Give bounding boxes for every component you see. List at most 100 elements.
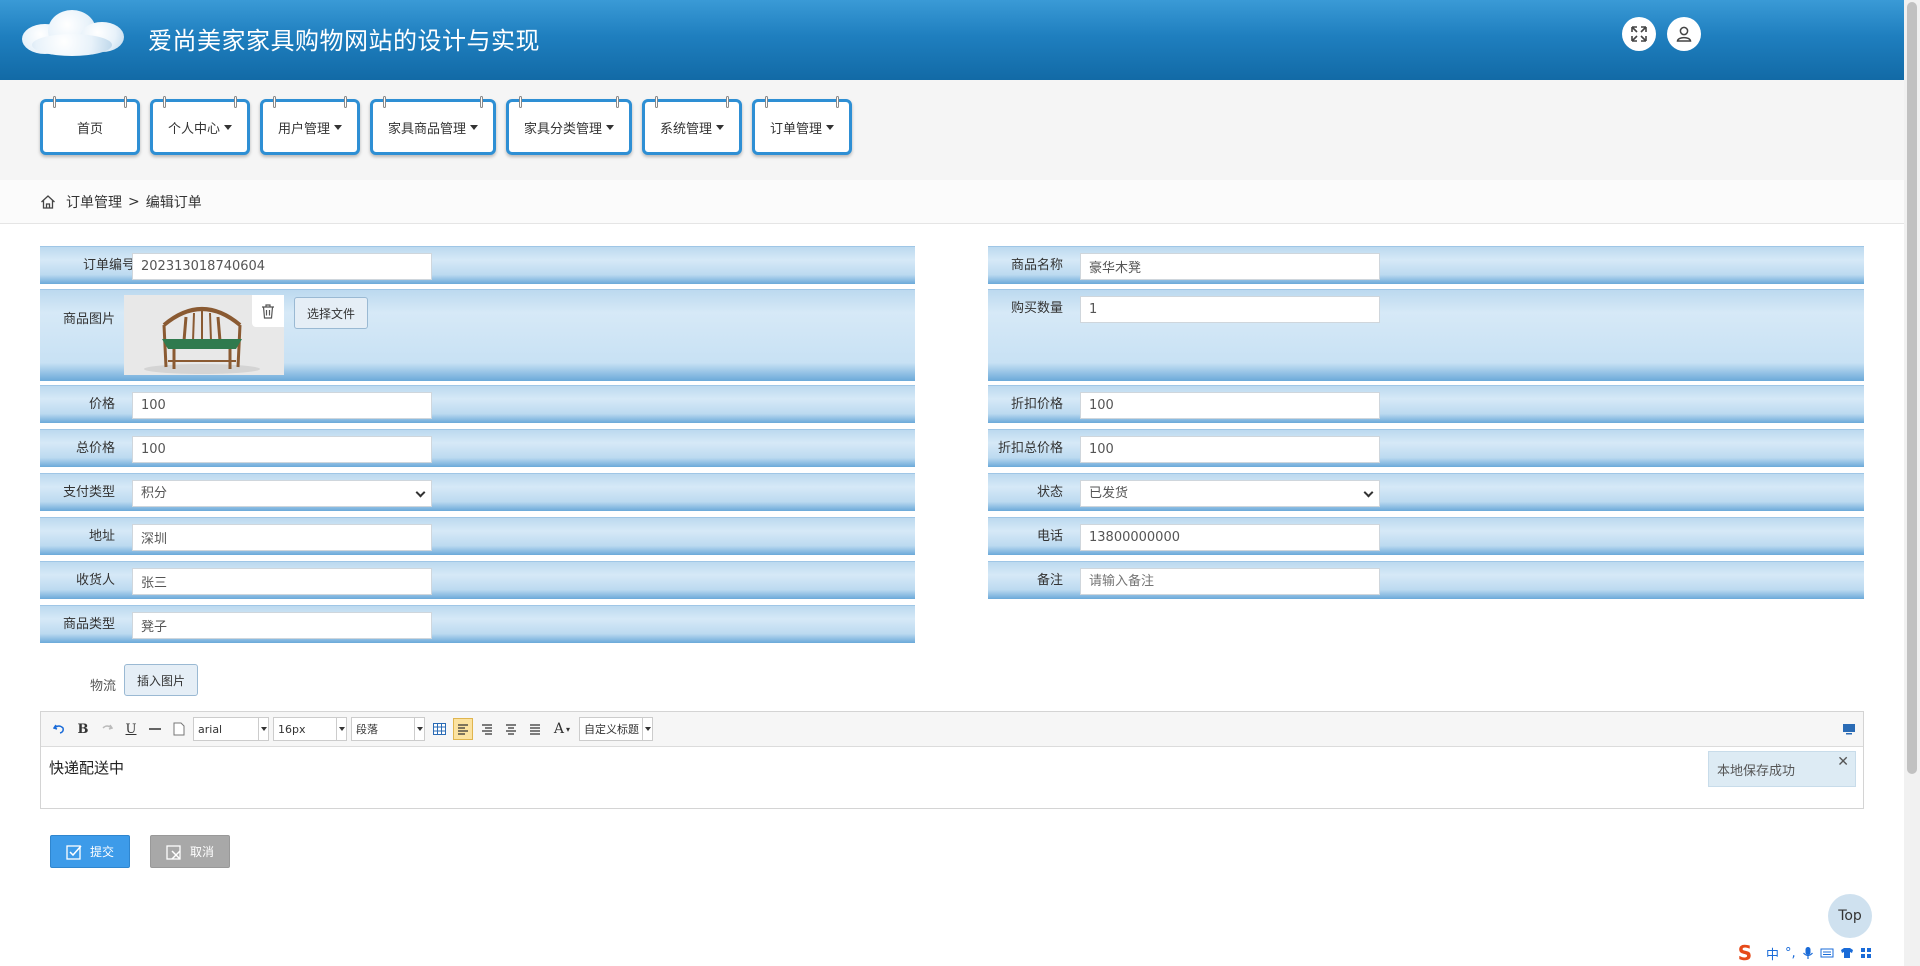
receiver-input[interactable]: [132, 568, 432, 595]
sogou-logo-icon[interactable]: S: [1730, 941, 1760, 965]
grid-icon[interactable]: [1860, 947, 1872, 959]
nav-personal-center[interactable]: 个人中心: [150, 96, 250, 155]
nav-system-management[interactable]: 系统管理: [642, 96, 742, 155]
bold-button[interactable]: B: [73, 718, 93, 740]
redo-button[interactable]: [97, 718, 117, 740]
remark-label: 备注: [1036, 573, 1063, 588]
paragraph-value: 段落: [356, 723, 378, 736]
scrollbar[interactable]: [1904, 0, 1920, 966]
bold-icon: B: [77, 721, 89, 737]
undo-button[interactable]: [49, 718, 69, 740]
phone-input[interactable]: [1080, 524, 1380, 551]
nav-user-management[interactable]: 用户管理: [260, 96, 360, 155]
discount-total-label: 折扣总价格: [997, 441, 1063, 456]
site-title: 爱尚美家家具购物网站的设计与实现: [148, 27, 540, 55]
discount-total-input[interactable]: [1080, 436, 1380, 463]
font-color-button[interactable]: A ▾: [549, 718, 575, 740]
nav-home[interactable]: 首页: [40, 96, 140, 155]
microphone-icon[interactable]: [1802, 946, 1814, 960]
nav-furniture-categories[interactable]: 家具分类管理: [506, 96, 632, 155]
font-size-select[interactable]: 16px: [273, 717, 347, 741]
chevron-down-icon: [414, 718, 424, 740]
nav-order-management[interactable]: 订单管理: [752, 96, 852, 155]
product-type-input[interactable]: [132, 612, 432, 639]
breadcrumb-parent[interactable]: 订单管理: [66, 192, 122, 212]
home-icon[interactable]: [40, 194, 56, 210]
user-button[interactable]: [1667, 17, 1701, 51]
discount-price-label: 折扣价格: [1010, 397, 1063, 412]
chevron-down-icon: [258, 718, 268, 740]
underline-icon: U: [125, 721, 137, 737]
ime-toolbar: S 中 °,: [1730, 940, 1904, 966]
custom-title-select[interactable]: 自定义标题: [579, 717, 653, 741]
user-icon: [1676, 26, 1692, 42]
caret-down-icon: [606, 124, 614, 130]
font-family-select[interactable]: arial: [193, 717, 269, 741]
price-input[interactable]: [132, 392, 432, 419]
nav-furniture-products[interactable]: 家具商品管理: [370, 96, 496, 155]
align-justify-button[interactable]: [525, 718, 545, 740]
pay-type-select[interactable]: 积分: [132, 480, 432, 507]
row-address: 地址: [40, 517, 915, 555]
product-name-input[interactable]: [1080, 253, 1380, 280]
discount-price-input[interactable]: [1080, 392, 1380, 419]
cancel-button[interactable]: 取消: [150, 835, 230, 868]
align-right-button[interactable]: [477, 718, 497, 740]
ime-punct[interactable]: °,: [1785, 946, 1796, 961]
product-name-label: 商品名称: [1010, 258, 1063, 273]
back-to-top-button[interactable]: Top: [1828, 894, 1872, 938]
trash-icon: [262, 304, 274, 319]
horizontal-rule-button[interactable]: [145, 718, 165, 740]
align-center-button[interactable]: [501, 718, 521, 740]
product-image-label: 商品图片: [62, 312, 115, 327]
close-icon[interactable]: ✕: [1837, 754, 1849, 770]
logistics-editor: B U arial 16px 段落 A ▾ 自定义标题 快递配送中: [40, 711, 1864, 809]
nav-system-management-label: 系统管理: [659, 121, 712, 137]
align-right-icon: [482, 724, 492, 735]
ime-lang[interactable]: 中: [1766, 944, 1779, 963]
order-no-input[interactable]: [132, 253, 432, 280]
scrollbar-thumb[interactable]: [1907, 2, 1917, 774]
row-order-no: 订单编号: [40, 246, 915, 284]
fullscreen-button[interactable]: [1622, 17, 1656, 51]
table-button[interactable]: [429, 718, 449, 740]
align-left-button[interactable]: [453, 718, 473, 740]
row-phone: 电话: [988, 517, 1864, 555]
delete-image-button[interactable]: [252, 295, 284, 327]
nav-furniture-categories-label: 家具分类管理: [523, 121, 602, 137]
address-input[interactable]: [132, 524, 432, 551]
source-view-button[interactable]: [1839, 718, 1859, 740]
remark-input[interactable]: [1080, 568, 1380, 595]
editor-content[interactable]: 快递配送中: [41, 747, 1863, 788]
chevron-down-icon: [642, 718, 652, 740]
underline-button[interactable]: U: [121, 718, 141, 740]
paragraph-select[interactable]: 段落: [351, 717, 425, 741]
breadcrumb-separator: >: [128, 193, 140, 210]
save-toast: 本地保存成功 ✕: [1708, 751, 1856, 787]
insert-image-button[interactable]: 插入图片: [124, 664, 198, 696]
nav-home-label: 首页: [76, 121, 103, 137]
row-product-type: 商品类型: [40, 605, 915, 643]
row-product-name: 商品名称: [988, 246, 1864, 284]
quantity-label: 购买数量: [1010, 301, 1063, 316]
row-receiver: 收货人: [40, 561, 915, 599]
submit-button[interactable]: 提交: [50, 835, 130, 868]
cancel-label: 取消: [189, 845, 214, 859]
order-no-label: 订单编号: [82, 258, 135, 273]
status-select[interactable]: 已发货: [1080, 480, 1380, 507]
choose-file-button[interactable]: 选择文件: [294, 297, 368, 329]
paste-plain-button[interactable]: [169, 718, 189, 740]
skin-icon[interactable]: [1840, 947, 1854, 959]
quantity-input[interactable]: [1080, 296, 1380, 323]
check-square-icon: [66, 844, 82, 860]
horizontal-rule-icon: [149, 728, 161, 730]
product-type-label: 商品类型: [62, 617, 115, 632]
align-justify-icon: [530, 724, 540, 735]
total-price-input[interactable]: [132, 436, 432, 463]
cloud-logo: [14, 8, 126, 58]
caret-down-icon: [716, 124, 724, 130]
pay-type-select-wrap: 积分: [132, 480, 432, 507]
row-product-image: 商品图片 选择文件: [40, 289, 915, 381]
caret-down-icon: [334, 124, 342, 130]
keyboard-icon[interactable]: [1820, 947, 1834, 959]
